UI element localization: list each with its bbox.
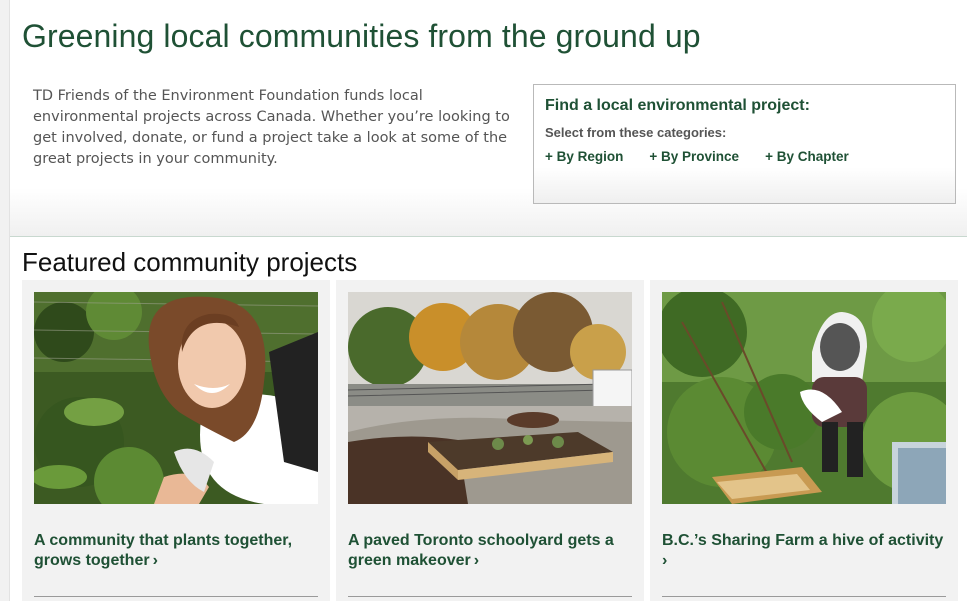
by-province-link[interactable]: + By Province [649,149,739,164]
card-divider [662,596,946,597]
project-finder-box: Find a local environmental project: Sele… [533,84,956,204]
left-edge-rule [0,0,10,601]
finder-category-links: + By Region + By Province + By Chapter [545,149,849,164]
chevron-right-icon: › [473,552,480,569]
chevron-right-icon: › [662,552,668,569]
card-title[interactable]: A paved Toronto schoolyard gets a green … [348,531,634,571]
woman-in-garden-photo[interactable] [34,292,318,504]
beekeeper-photo[interactable] [662,292,946,504]
chevron-right-icon: › [152,552,158,569]
featured-projects-heading: Featured community projects [22,247,358,277]
by-region-link[interactable]: + By Region [545,149,623,164]
card-title[interactable]: A community that plants together, grows … [34,531,320,571]
finder-subtitle: Select from these categories: [545,125,727,140]
card-divider [348,596,632,597]
card-divider [34,596,318,597]
finder-title: Find a local environmental project: [545,97,810,114]
card-title[interactable]: B.C.’s Sharing Farm a hive of activity › [662,531,948,571]
project-card-plants-together[interactable]: A community that plants together, grows … [22,280,330,601]
project-card-sharing-farm[interactable]: B.C.’s Sharing Farm a hive of activity › [650,280,958,601]
schoolyard-garden-photo[interactable] [348,292,632,504]
page-title: Greening local communities from the grou… [22,18,701,54]
project-card-toronto-schoolyard[interactable]: A paved Toronto schoolyard gets a green … [336,280,644,601]
by-chapter-link[interactable]: + By Chapter [765,149,849,164]
intro-text: TD Friends of the Environment Foundation… [33,88,510,167]
